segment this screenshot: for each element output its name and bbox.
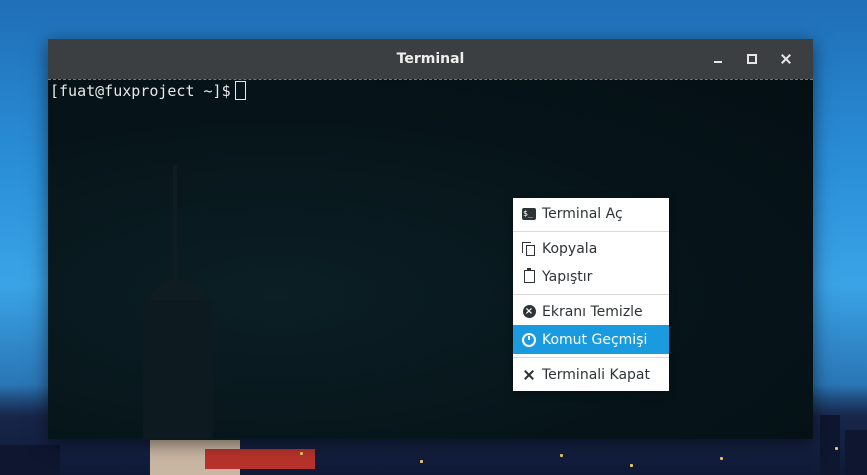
menu-item-label: Ekranı Temizle — [542, 303, 643, 320]
building — [0, 445, 60, 475]
menu-item-copy[interactable]: Kopyala — [513, 234, 669, 263]
minimize-button[interactable] — [701, 39, 735, 79]
city-light — [630, 464, 633, 467]
text-cursor — [234, 81, 246, 100]
prompt-line: [fuat@fuxproject ~]$ — [50, 81, 246, 100]
clear-screen-icon: × — [522, 305, 536, 318]
city-light — [835, 447, 838, 450]
paste-icon — [523, 268, 535, 283]
shell-prompt: [fuat@fuxproject ~]$ — [50, 81, 231, 100]
menu-separator — [513, 231, 669, 232]
menu-item-label: Yapıştır — [542, 268, 593, 285]
menu-item-open-terminal[interactable]: $_ Terminal Aç — [513, 199, 669, 228]
menu-separator — [513, 357, 669, 358]
background-tower-body — [143, 300, 213, 439]
minimize-icon — [714, 61, 722, 63]
close-terminal-icon — [524, 370, 534, 380]
close-button[interactable] — [769, 39, 803, 79]
menu-item-label: Terminali Kapat — [542, 366, 650, 383]
city-light — [720, 457, 723, 460]
building — [820, 415, 840, 475]
menu-item-label: Komut Geçmişi — [542, 331, 648, 348]
terminal-area[interactable]: [fuat@fuxproject ~]$ — [48, 79, 813, 439]
city-light — [420, 460, 423, 463]
terminal-icon: $_ — [522, 207, 536, 220]
window-controls — [701, 39, 803, 79]
titlebar[interactable]: Terminal — [48, 39, 813, 79]
menu-item-command-history[interactable]: Komut Geçmişi — [513, 325, 669, 354]
terminal-window: Terminal [fuat@fuxproject ~]$ — [48, 39, 813, 439]
menu-item-label: Kopyala — [542, 240, 598, 257]
city-light — [560, 454, 563, 457]
menu-separator — [513, 294, 669, 295]
menu-item-clear-screen[interactable]: × Ekranı Temizle — [513, 297, 669, 326]
building — [845, 430, 867, 475]
city-light — [300, 452, 303, 455]
context-menu: $_ Terminal Aç Kopyala Yapıştır × Ekranı… — [513, 198, 669, 391]
menu-item-close-terminal[interactable]: Terminali Kapat — [513, 360, 669, 389]
maximize-button[interactable] — [735, 39, 769, 79]
menu-item-paste[interactable]: Yapıştır — [513, 262, 669, 291]
copy-icon — [522, 241, 536, 256]
menu-item-label: Terminal Aç — [542, 205, 623, 222]
red-roof — [205, 449, 315, 469]
close-icon — [781, 54, 791, 64]
history-icon — [522, 332, 536, 347]
maximize-icon — [747, 54, 757, 64]
window-title: Terminal — [396, 51, 465, 67]
